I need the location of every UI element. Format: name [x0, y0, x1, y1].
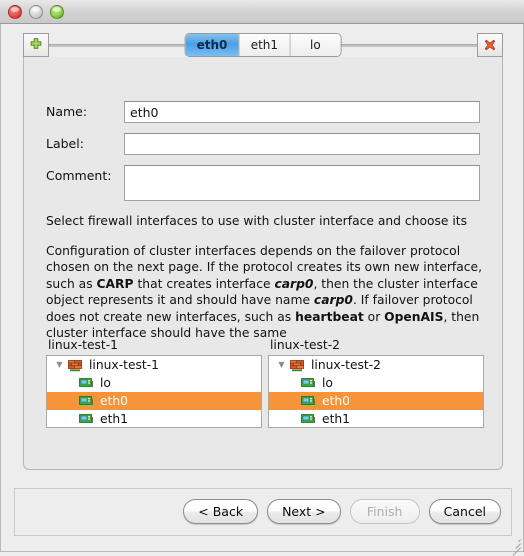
name-row: Name:: [46, 101, 480, 123]
tree-item-label: lo: [322, 376, 333, 390]
tab-lo[interactable]: lo: [290, 34, 341, 56]
tree-item-label: lo: [100, 376, 111, 390]
minimize-button[interactable]: [29, 5, 43, 19]
comment-input[interactable]: [124, 165, 480, 201]
name-input[interactable]: [124, 101, 480, 123]
network-interface-icon: [77, 377, 95, 389]
interface-settings-panel: Name: Label: Comment: Select firewall in…: [23, 57, 503, 470]
tree-box-2[interactable]: ▼ linux-test-2 lo eth0 eth1: [268, 355, 484, 428]
label-row: Label:: [46, 133, 480, 155]
interface-tabs[interactable]: eth0 eth1 lo: [184, 33, 342, 57]
tree-root-1[interactable]: ▼ linux-test-1: [47, 356, 261, 374]
tree-header-1: linux-test-1: [48, 338, 119, 352]
cancel-button[interactable]: Cancel: [428, 499, 501, 524]
tree-item-lo-1[interactable]: lo: [47, 374, 261, 392]
tree-box-1[interactable]: ▼ linux-test-1 lo eth0 eth1: [46, 355, 262, 428]
tree-item-label: eth0: [322, 394, 351, 408]
firewall-icon: [288, 359, 306, 372]
comment-label: Comment:: [46, 168, 112, 183]
tree-item-label: eth1: [100, 412, 129, 426]
add-interface-button[interactable]: [23, 33, 49, 57]
firewall-icon: [66, 359, 84, 372]
tab-eth1[interactable]: eth1: [239, 34, 291, 56]
network-interface-icon: [77, 395, 95, 407]
tree-root-label-1: linux-test-1: [89, 358, 160, 372]
delete-interface-button[interactable]: [477, 33, 503, 57]
plus-icon: [30, 38, 42, 49]
label-label: Label:: [46, 136, 84, 151]
network-interface-icon: [299, 413, 317, 425]
chevron-down-icon[interactable]: ▼: [275, 356, 288, 374]
tree-item-label: eth0: [100, 394, 129, 408]
back-button[interactable]: < Back: [183, 499, 259, 524]
help-text: Select firewall interfaces to use with c…: [46, 213, 484, 342]
tree-item-lo-2[interactable]: lo: [269, 374, 483, 392]
tab-eth0[interactable]: eth0: [185, 34, 240, 56]
wizard-buttons: < Back Next > Finish Cancel: [183, 499, 501, 524]
network-interface-icon: [299, 377, 317, 389]
tree-header-2: linux-test-2: [270, 338, 341, 352]
label-input[interactable]: [124, 133, 480, 155]
close-button[interactable]: [8, 5, 22, 19]
help-body: Configuration of cluster interfaces depe…: [46, 243, 483, 341]
close-x-icon: [484, 39, 496, 51]
tree-item-label: eth1: [322, 412, 351, 426]
next-button[interactable]: Next >: [267, 499, 341, 524]
tree-item-eth0-2[interactable]: eth0: [269, 392, 483, 410]
tree-item-eth0-1[interactable]: eth0: [47, 392, 261, 410]
help-lead: Select firewall interfaces to use with c…: [46, 214, 468, 228]
tab-strip: eth0 eth1 lo: [23, 33, 503, 57]
tree-root-2[interactable]: ▼ linux-test-2: [269, 356, 483, 374]
name-label: Name:: [46, 104, 88, 119]
tree-item-eth1-2[interactable]: eth1: [269, 410, 483, 427]
window-body: eth0 eth1 lo Name: Label:: [0, 24, 524, 556]
tree-item-eth1-1[interactable]: eth1: [47, 410, 261, 427]
window-controls: [8, 5, 64, 19]
zoom-button[interactable]: [50, 5, 64, 19]
tree-panel-linux-test-1: linux-test-1 ▼ linux-test-1 lo eth0 eth1: [46, 338, 262, 428]
finish-button: Finish: [349, 499, 420, 524]
tree-panel-linux-test-2: linux-test-2 ▼ linux-test-2 lo eth0 eth1: [268, 338, 484, 428]
wizard-button-bar: < Back Next > Finish Cancel: [14, 488, 512, 536]
network-interface-icon: [77, 413, 95, 425]
resize-grip[interactable]: [508, 536, 522, 556]
window-titlebar: [0, 0, 524, 24]
network-interface-icon: [299, 395, 317, 407]
chevron-down-icon[interactable]: ▼: [53, 356, 66, 374]
comment-row: Comment:: [46, 165, 480, 201]
tree-root-label-2: linux-test-2: [311, 358, 382, 372]
